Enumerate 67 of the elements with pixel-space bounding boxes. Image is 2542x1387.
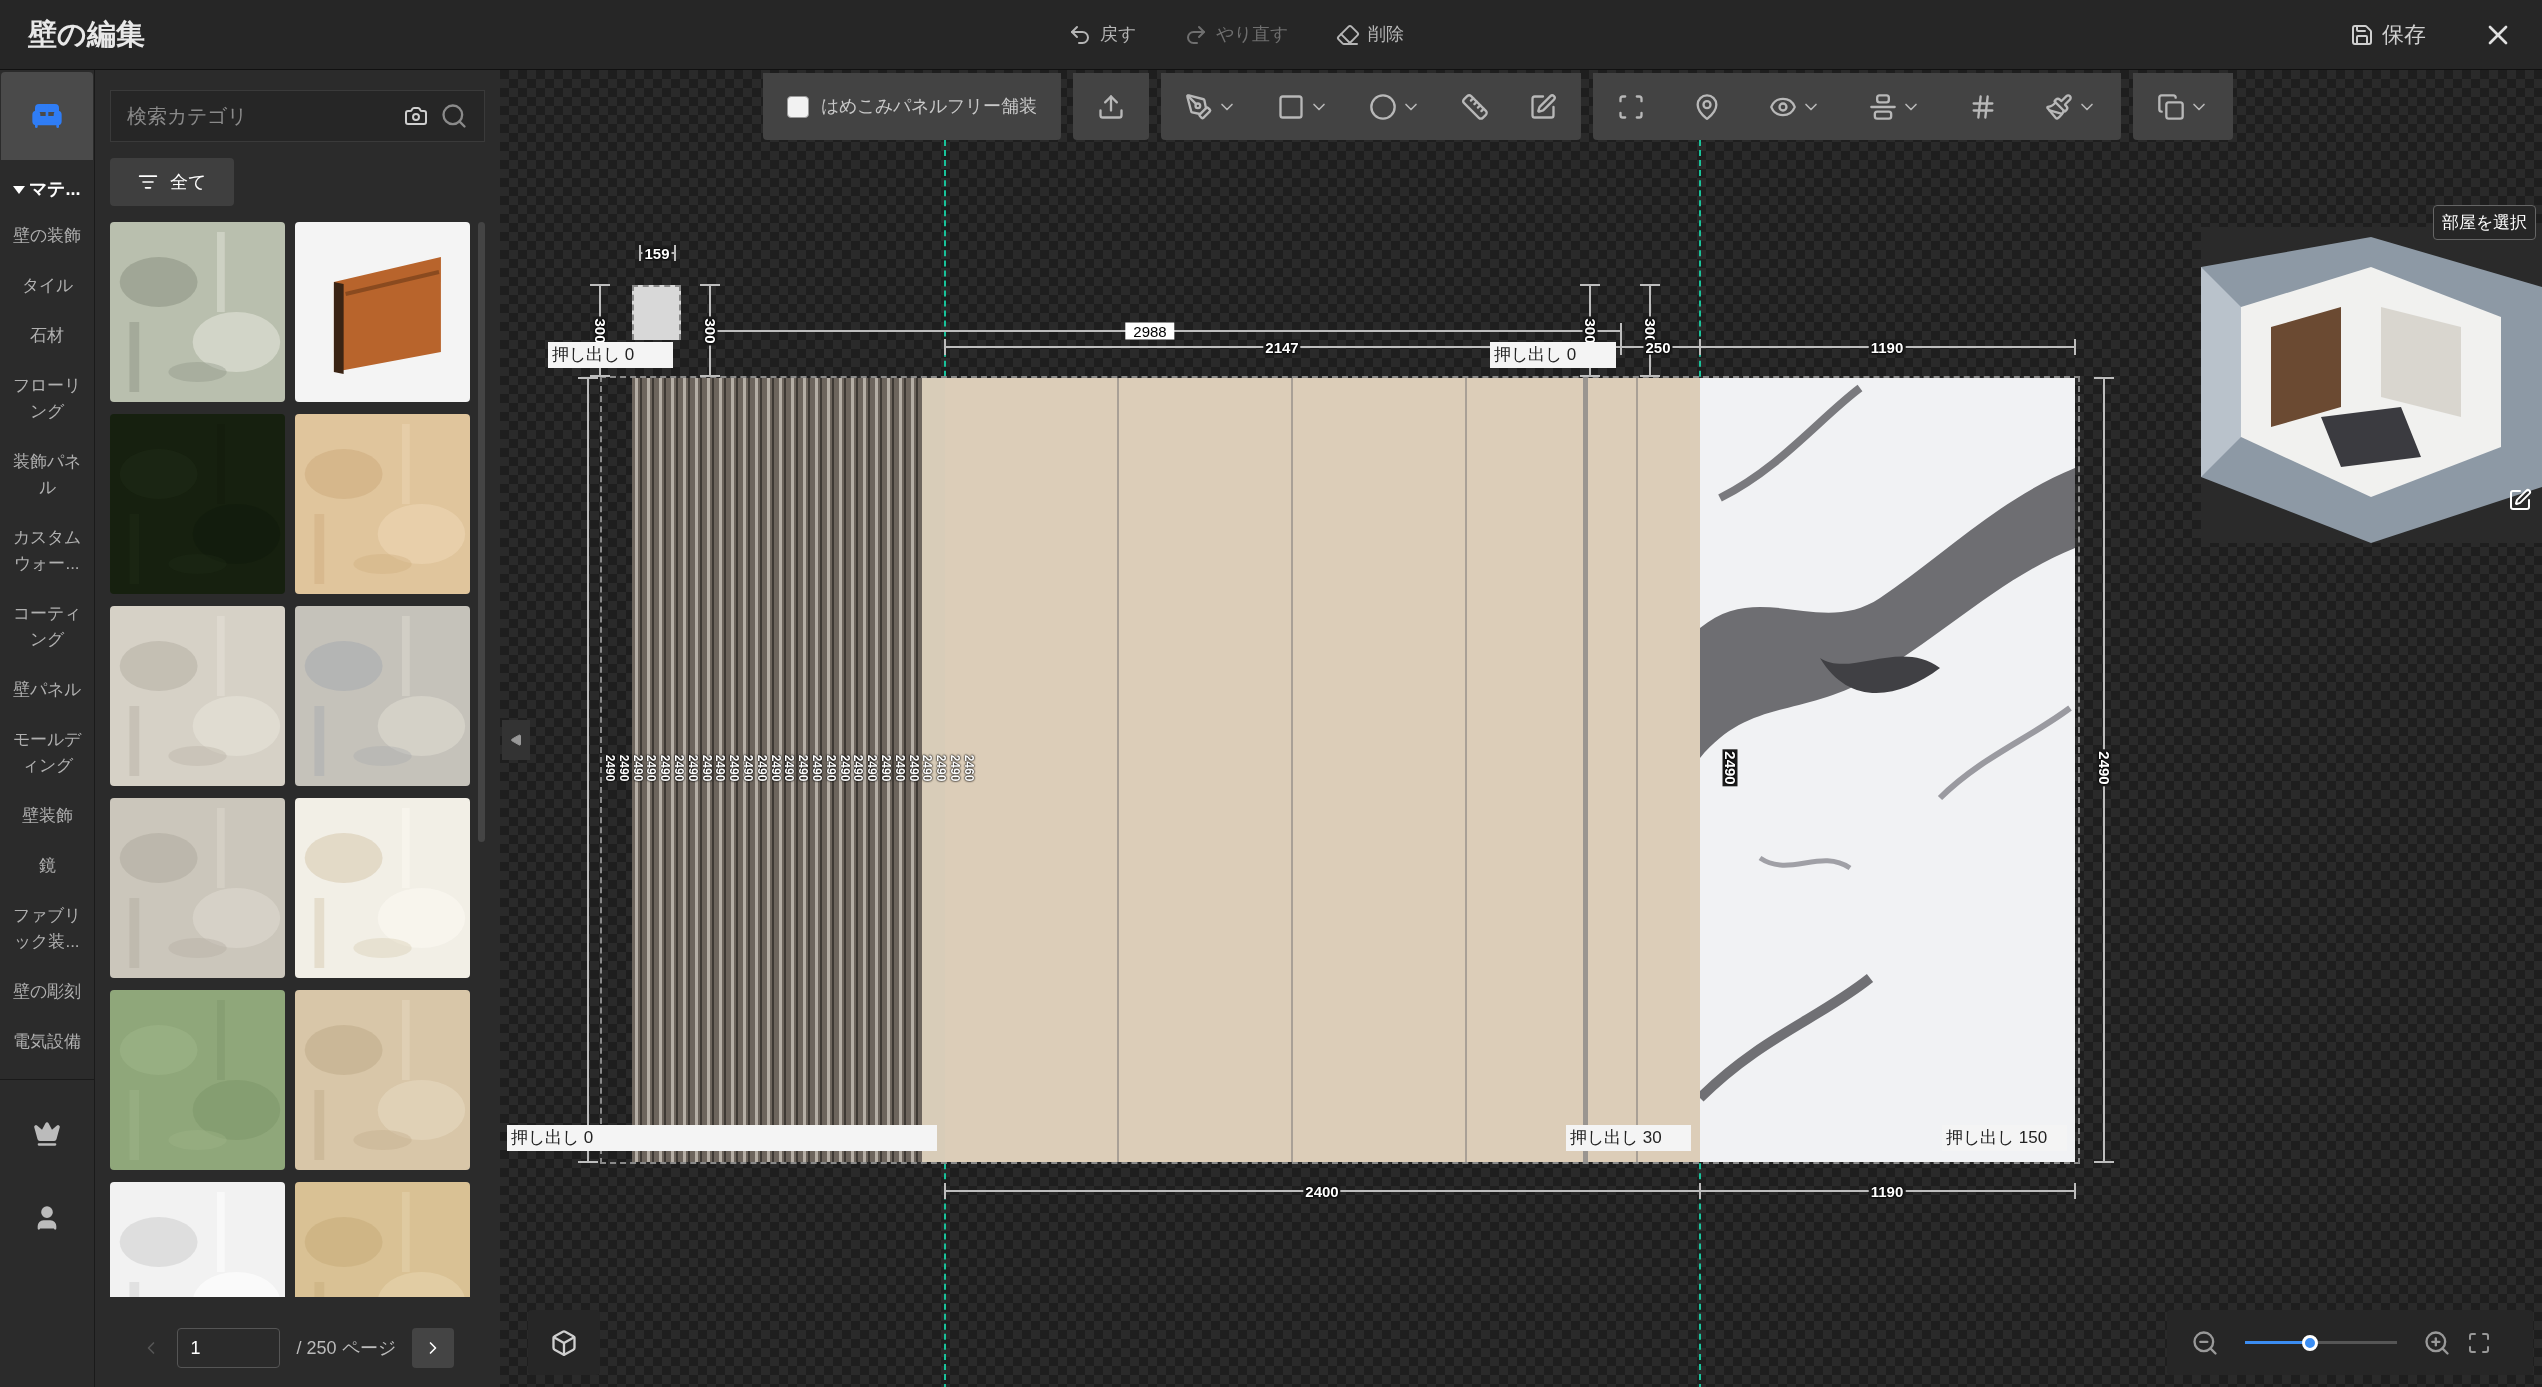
category-item[interactable]: 電気設備 [5, 1017, 89, 1067]
circle-icon [1369, 92, 1397, 121]
checkbox[interactable] [787, 95, 809, 118]
category-item[interactable]: フローリング [5, 361, 89, 437]
cube-icon [550, 1328, 578, 1357]
dimension-label: 2490 [604, 754, 616, 782]
search-input[interactable]: 検索カテゴリ [127, 101, 392, 131]
category-item[interactable]: 壁の彫刻 [5, 967, 89, 1017]
save-button[interactable]: 保存 [2350, 18, 2426, 51]
category-item[interactable]: コーティング [5, 589, 89, 665]
save-icon [2350, 22, 2374, 47]
scrollbar[interactable] [478, 222, 485, 842]
checkbox-label: はめこみパネルフリー舗装 [821, 95, 1037, 118]
filter-button[interactable]: 全て [110, 158, 234, 206]
dimension-label: 2988 [1125, 322, 1175, 340]
category-item[interactable]: 装飾パネル [5, 437, 89, 513]
brush-icon [2045, 92, 2073, 121]
category-item[interactable]: 壁装飾 [5, 791, 89, 841]
camera-icon[interactable] [404, 104, 428, 128]
category-item[interactable]: モールディング [5, 715, 89, 791]
search-field[interactable]: 検索カテゴリ [110, 90, 485, 142]
dimension-label: 2147 [1263, 339, 1301, 355]
category-item[interactable]: カスタムウォー... [5, 513, 89, 589]
collapse-icon [510, 734, 522, 746]
group-toggle[interactable]: マテ... [13, 176, 81, 203]
upload-icon[interactable] [1097, 92, 1125, 121]
zoom-in-icon[interactable] [2423, 1328, 2451, 1357]
dimension-label: 300 [702, 316, 718, 346]
header-action[interactable]: 戻す [1068, 21, 1136, 48]
dimension-label: 2490 [617, 754, 630, 782]
dimension-label: 2400 [1303, 1183, 1341, 1199]
room-select-button[interactable]: 部屋を選択 [2433, 205, 2536, 240]
pen-icon [1185, 92, 1213, 121]
extrusion-label[interactable]: 押し出し 0 [1490, 342, 1616, 368]
page-total: / 250 ページ [296, 1336, 396, 1360]
fit-view-icon[interactable] [2467, 1330, 2491, 1355]
category-item[interactable]: 石材 [5, 311, 89, 361]
ruler-icon[interactable] [1461, 92, 1489, 121]
selection-icon[interactable] [1617, 92, 1645, 121]
category-item[interactable]: 壁パネル [5, 665, 89, 715]
collapse-handle[interactable] [502, 720, 530, 760]
extrusion-label[interactable]: 押し出し 0 [548, 342, 673, 368]
align-icon [1869, 92, 1897, 121]
category-item[interactable]: 鏡 [5, 841, 89, 891]
caret-icon [13, 185, 26, 194]
category-item[interactable]: ファブリック装... [5, 891, 89, 967]
panel-checkbox[interactable]: はめこみパネルフリー舗装 [787, 93, 1037, 120]
category-item[interactable]: タイル [5, 261, 89, 311]
delete-icon [1336, 22, 1360, 47]
sort-icon [138, 172, 158, 192]
zoom-out-icon[interactable] [2191, 1328, 2219, 1357]
dimension-label: 2490 [2096, 749, 2112, 787]
page-field[interactable]: 1 [177, 1328, 281, 1368]
dimension-label: 159 [642, 245, 672, 261]
edit-icon[interactable] [2508, 488, 2532, 512]
window-title: 壁の編集 [28, 16, 146, 52]
dimension-label: 2490 [1722, 749, 1738, 787]
crown-icon[interactable] [33, 1120, 61, 1148]
copy-icon [2157, 92, 2185, 121]
category-item[interactable]: 壁の装飾 [5, 211, 89, 261]
dimension-label: 1190 [1868, 339, 1906, 355]
search-icon[interactable] [440, 102, 468, 130]
3d-view-button[interactable] [528, 1310, 600, 1375]
square-icon [1277, 92, 1305, 121]
header-action[interactable]: 削除 [1336, 21, 1404, 48]
dimension-label: 1190 [1868, 1183, 1906, 1199]
slider-thumb[interactable] [2302, 1334, 2319, 1351]
